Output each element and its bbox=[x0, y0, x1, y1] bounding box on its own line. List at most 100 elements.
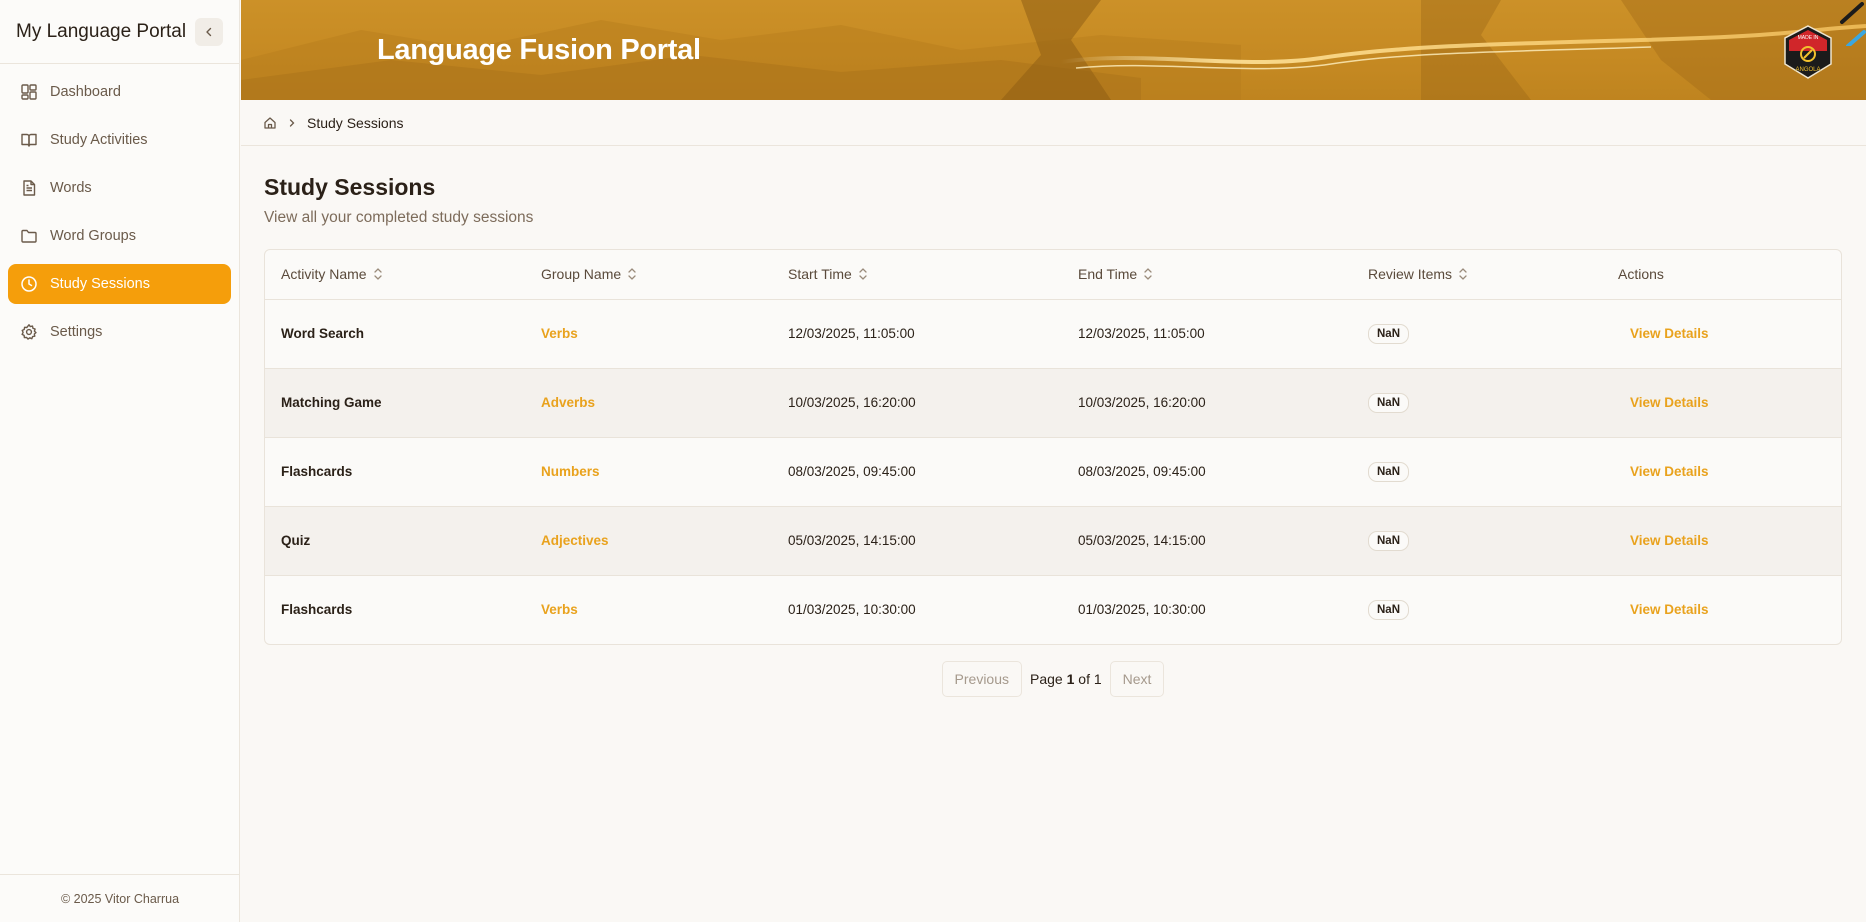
start-time-cell: 01/03/2025, 10:30:00 bbox=[788, 602, 916, 618]
column-label: Actions bbox=[1618, 266, 1664, 283]
column-label: Start Time bbox=[788, 266, 852, 283]
table-row: Quiz Adjectives 05/03/2025, 14:15:00 05/… bbox=[265, 506, 1841, 576]
group-name-link[interactable]: Verbs bbox=[525, 575, 772, 644]
actions-cell: View Details bbox=[1602, 437, 1841, 507]
column-header-group-name[interactable]: Group Name bbox=[525, 250, 772, 300]
clock-icon bbox=[21, 276, 37, 292]
sidebar-item-word-groups[interactable]: Word Groups bbox=[8, 216, 231, 256]
activity-name-cell: Flashcards bbox=[281, 602, 353, 618]
column-header-start-time[interactable]: Start Time bbox=[772, 250, 1062, 300]
table-row: Flashcards Numbers 08/03/2025, 09:45:00 … bbox=[265, 437, 1841, 507]
column-label: Group Name bbox=[541, 266, 622, 283]
svg-text:ANGOLA: ANGOLA bbox=[1795, 67, 1820, 73]
column-label: Activity Name bbox=[281, 266, 367, 283]
actions-cell: View Details bbox=[1602, 368, 1841, 438]
sidebar-item-study-activities[interactable]: Study Activities bbox=[8, 120, 231, 160]
sort-icon bbox=[859, 268, 867, 281]
activity-name-cell: Word Search bbox=[265, 299, 525, 369]
home-icon[interactable] bbox=[263, 116, 277, 130]
end-time-cell: 01/03/2025, 10:30:00 bbox=[1078, 602, 1206, 618]
collapse-sidebar-button[interactable] bbox=[195, 17, 223, 46]
review-items-badge: NaN bbox=[1368, 530, 1410, 551]
breadcrumb-separator bbox=[287, 118, 297, 128]
table-header-row: Activity Name Group Name Start Time End … bbox=[265, 250, 1841, 300]
made-in-angola-badge: MADE IN ANGOLA bbox=[1784, 25, 1832, 79]
sidebar-item-label: Dashboard bbox=[50, 84, 121, 100]
view-details-link[interactable]: View Details bbox=[1618, 602, 1709, 617]
banner-title: Language Fusion Portal bbox=[377, 34, 701, 66]
sidebar-item-label: Words bbox=[50, 180, 92, 196]
sidebar: My Language Portal Dashboard Study Activ… bbox=[0, 0, 240, 922]
page-indicator: Page 1 of 1 bbox=[1030, 671, 1102, 687]
table-row: Matching Game Adverbs 10/03/2025, 16:20:… bbox=[265, 368, 1841, 438]
end-time-cell: 12/03/2025, 11:05:00 bbox=[1062, 299, 1352, 369]
sidebar-item-label: Settings bbox=[50, 324, 103, 340]
sidebar-nav: Dashboard Study Activities Words Word Gr… bbox=[0, 64, 239, 368]
sidebar-item-dashboard[interactable]: Dashboard bbox=[8, 72, 231, 112]
actions-cell: View Details bbox=[1602, 299, 1841, 369]
group-name-link[interactable]: Numbers bbox=[525, 437, 772, 507]
review-items-badge: NaN bbox=[1368, 461, 1410, 482]
column-header-review-items[interactable]: Review Items bbox=[1352, 250, 1602, 300]
column-label: Review Items bbox=[1368, 266, 1453, 283]
sessions-table: Activity Name Group Name Start Time End … bbox=[264, 249, 1842, 645]
table-row: Flashcards Verbs 01/03/2025, 10:30:00 01… bbox=[265, 575, 1841, 644]
sort-icon bbox=[1459, 268, 1467, 281]
column-header-activity-name[interactable]: Activity Name bbox=[265, 250, 525, 300]
view-details-link[interactable]: View Details bbox=[1618, 533, 1709, 548]
start-time-cell: 10/03/2025, 16:20:00 bbox=[772, 368, 1062, 438]
activity-name-cell: Matching Game bbox=[265, 368, 525, 438]
pencil-icon bbox=[1840, 2, 1866, 46]
header-banner: Language Fusion Portal MADE IN ANGOLA bbox=[241, 0, 1866, 100]
main-content: Study Sessions View all your completed s… bbox=[264, 146, 1842, 697]
sort-icon bbox=[1144, 268, 1152, 281]
start-time-cell: 05/03/2025, 14:15:00 bbox=[772, 506, 1062, 576]
view-details-link[interactable]: View Details bbox=[1618, 464, 1709, 479]
dashboard-icon bbox=[21, 84, 37, 100]
end-time-cell: 05/03/2025, 14:15:00 bbox=[1062, 506, 1352, 576]
actions-cell: View Details bbox=[1602, 575, 1841, 644]
svg-text:MADE IN: MADE IN bbox=[1798, 35, 1819, 41]
activity-name-cell: Flashcards bbox=[265, 437, 525, 507]
column-header-actions: Actions bbox=[1602, 250, 1841, 300]
pagination: Previous Page 1 of 1 Next bbox=[264, 661, 1842, 697]
review-items-cell: NaN bbox=[1352, 575, 1602, 644]
review-items-badge: NaN bbox=[1368, 599, 1410, 620]
book-open-icon bbox=[21, 133, 37, 147]
sidebar-item-label: Study Activities bbox=[50, 132, 148, 148]
group-name-link[interactable]: Adjectives bbox=[525, 506, 772, 576]
view-details-link[interactable]: View Details bbox=[1618, 395, 1709, 410]
next-page-button[interactable]: Next bbox=[1109, 661, 1165, 697]
sidebar-footer: © 2025 Vitor Charrua bbox=[0, 874, 240, 922]
chevron-right-icon bbox=[289, 118, 295, 127]
file-text-icon bbox=[23, 180, 36, 196]
folder-icon bbox=[21, 229, 37, 243]
column-header-end-time[interactable]: End Time bbox=[1062, 250, 1352, 300]
group-name-link[interactable]: Verbs bbox=[525, 299, 772, 369]
review-items-cell: NaN bbox=[1352, 299, 1602, 369]
breadcrumb-current: Study Sessions bbox=[307, 114, 404, 131]
end-time-cell: 10/03/2025, 16:20:00 bbox=[1062, 368, 1352, 438]
total-pages-number: 1 bbox=[1093, 671, 1102, 687]
start-time-cell: 12/03/2025, 11:05:00 bbox=[772, 299, 1062, 369]
breadcrumb: Study Sessions bbox=[241, 100, 1866, 146]
sort-icon bbox=[373, 268, 382, 281]
previous-page-button[interactable]: Previous bbox=[941, 661, 1022, 697]
sidebar-item-label: Study Sessions bbox=[50, 276, 150, 292]
table-row: Word Search Verbs 12/03/2025, 11:05:00 1… bbox=[265, 299, 1841, 369]
of-word: of bbox=[1078, 671, 1090, 687]
view-details-link[interactable]: View Details bbox=[1618, 326, 1709, 341]
sidebar-item-study-sessions[interactable]: Study Sessions bbox=[8, 264, 231, 304]
sidebar-item-settings[interactable]: Settings bbox=[8, 312, 231, 352]
review-items-cell: NaN bbox=[1352, 368, 1602, 438]
gear-icon bbox=[21, 324, 37, 340]
group-name-link[interactable]: Adverbs bbox=[525, 368, 772, 438]
page-subtitle: View all your completed study sessions bbox=[264, 209, 534, 226]
sidebar-item-words[interactable]: Words bbox=[8, 168, 231, 208]
sidebar-item-label: Word Groups bbox=[50, 228, 136, 244]
page-title: Study Sessions bbox=[264, 174, 436, 200]
app-title: My Language Portal bbox=[16, 20, 187, 42]
review-items-cell: NaN bbox=[1352, 437, 1602, 507]
end-time-cell: 08/03/2025, 09:45:00 bbox=[1062, 437, 1352, 507]
sidebar-header: My Language Portal bbox=[0, 0, 239, 64]
